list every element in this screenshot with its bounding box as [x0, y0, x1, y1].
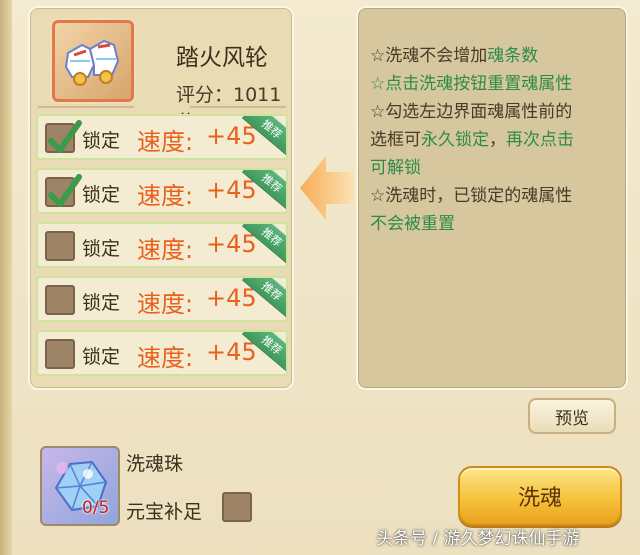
attr-name: 速度: [137, 182, 194, 210]
attr-row: 锁定 速度: +45 推荐 [36, 222, 288, 268]
attr-row: 锁定 速度: +45 推荐 [36, 276, 288, 322]
info-line: 可解锁 [370, 158, 421, 178]
yuanbao-label: 元宝补足 [126, 501, 203, 523]
arrow-left-icon [300, 156, 354, 220]
lock-label: 锁定 [82, 238, 121, 260]
attr-value: +45 [206, 122, 257, 150]
lock-checkbox[interactable] [45, 285, 75, 315]
window-left-edge [0, 0, 12, 555]
item-icon-slot[interactable] [52, 20, 134, 102]
lock-label: 锁定 [82, 130, 121, 152]
lock-label: 锁定 [82, 292, 121, 314]
info-line: ☆勾选左边界面魂属性前的 [370, 102, 573, 122]
info-line: ☆洗魂时，已锁定的魂属性 [370, 186, 573, 206]
attr-name: 速度: [137, 236, 194, 264]
checkmark-icon [48, 174, 82, 207]
attr-row: 锁定 速度: +45 推荐 [36, 330, 288, 376]
lock-checkbox[interactable] [45, 120, 82, 153]
attr-value: +45 [206, 284, 257, 312]
wash-soul-button[interactable]: 洗魂 [458, 466, 622, 526]
lock-label: 锁定 [82, 346, 121, 368]
bead-name: 洗魂珠 [126, 453, 184, 475]
attr-value: +45 [206, 230, 257, 258]
item-name: 踏火风轮 [176, 45, 268, 71]
divider [38, 106, 134, 108]
attr-name: 速度: [137, 290, 194, 318]
attr-name: 速度: [137, 344, 194, 372]
bead-count: 0/5 [82, 498, 110, 518]
wind-fire-wheels-shoes-icon [64, 39, 120, 86]
preview-button[interactable]: 预览 [528, 398, 616, 434]
attr-name: 速度: [137, 128, 194, 156]
checkmark-icon [48, 120, 82, 153]
info-line: 选框可永久锁定，再次点击 [370, 130, 574, 150]
info-panel: ☆洗魂不会增加魂条数 ☆点击洗魂按钮重置魂属性 ☆勾选左边界面魂属性前的 选框可… [356, 6, 628, 390]
info-line: ☆洗魂不会增加魂条数 [370, 46, 539, 66]
info-line: ☆点击洗魂按钮重置魂属性 [370, 74, 573, 94]
attr-row: 锁定 速度: +45 推荐 [36, 114, 288, 160]
attr-value: +45 [206, 176, 257, 204]
lock-checkbox[interactable] [45, 339, 75, 369]
lock-checkbox[interactable] [45, 231, 75, 261]
watermark: 头条号 / 游久梦幻诛仙手游 [376, 529, 580, 549]
lock-checkbox[interactable] [45, 174, 82, 207]
attr-value: +45 [206, 338, 257, 366]
attr-row: 锁定 速度: +45 推荐 [36, 168, 288, 214]
lock-label: 锁定 [82, 184, 121, 206]
info-line: 不会被重置 [370, 214, 455, 234]
yuanbao-checkbox[interactable] [222, 492, 252, 522]
divider [190, 106, 286, 108]
